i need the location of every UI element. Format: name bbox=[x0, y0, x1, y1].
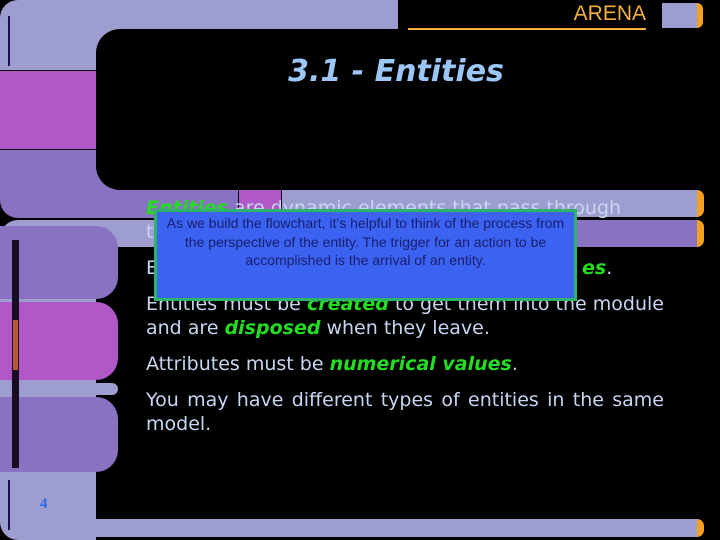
text: when they leave. bbox=[320, 317, 490, 339]
frame-bar bbox=[96, 519, 697, 537]
paragraph: Attributes must be numerical values. bbox=[146, 352, 664, 376]
page-title: 3.1 - Entities bbox=[288, 54, 504, 89]
frame-segment bbox=[0, 71, 96, 149]
emphasis: es. bbox=[582, 257, 613, 279]
slide: ARENA 3.1 - Entities Entities are dynami… bbox=[0, 0, 720, 540]
emphasis: numerical values bbox=[329, 353, 512, 375]
text: . bbox=[511, 353, 518, 375]
frame-cap bbox=[697, 220, 704, 247]
frame-line bbox=[8, 16, 10, 66]
frame-cap bbox=[697, 3, 703, 28]
brand-label: ARENA bbox=[408, 0, 646, 30]
tooltip-callout: As we build the flowchart, it’s helpful … bbox=[154, 209, 577, 301]
page-number: 4 bbox=[40, 496, 48, 512]
frame-cap bbox=[697, 190, 704, 217]
frame-line bbox=[8, 480, 10, 530]
text: Attributes must be bbox=[146, 353, 330, 375]
frame-cap bbox=[697, 519, 704, 537]
frame-slider bbox=[12, 240, 19, 468]
emphasis: disposed bbox=[224, 317, 321, 339]
paragraph: You may have different types of entities… bbox=[146, 389, 664, 435]
text: t bbox=[146, 221, 154, 243]
frame-block bbox=[662, 3, 697, 28]
